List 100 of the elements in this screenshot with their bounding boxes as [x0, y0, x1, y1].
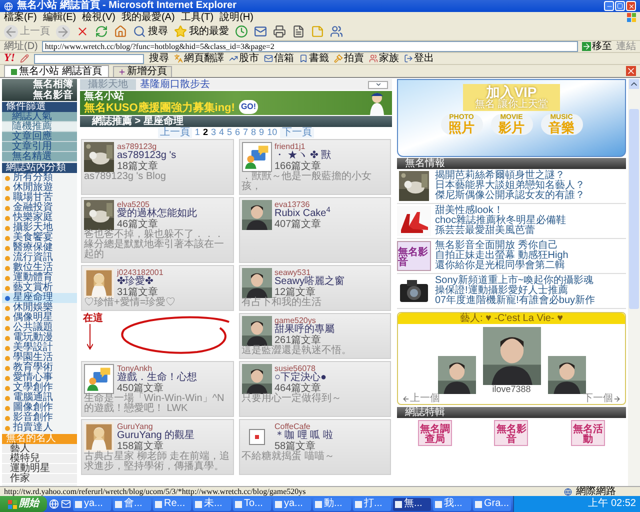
dropdown-button[interactable] — [368, 80, 388, 88]
blog-card[interactable]: susie56078 ○下定決心● 464篇文章 只要用心一定做得到～ — [238, 361, 391, 417]
yahoo-search-button[interactable]: 搜尋 — [149, 54, 169, 64]
print-icon[interactable] — [273, 25, 286, 38]
taskbar-button[interactable]: 會... — [113, 498, 151, 510]
close-tab-icon[interactable] — [626, 66, 636, 76]
filter-link[interactable]: 網誌人氣 — [2, 112, 77, 122]
filter-link[interactable]: 無名精選 — [2, 152, 77, 162]
toolbar-link[interactable]: 書籤 — [299, 54, 329, 64]
feature-link[interactable]: 無名調查局 — [418, 420, 452, 446]
page-link[interactable]: 5 — [226, 128, 232, 137]
history-icon[interactable] — [235, 25, 248, 38]
menu-item[interactable]: 檔案(F) — [4, 12, 37, 22]
category-link[interactable]: 教育學術 — [2, 363, 77, 373]
category-link[interactable]: 文學創作 — [2, 383, 77, 393]
news-link[interactable]: 傑尼斯偶像公開承認女友的有誰？ — [435, 191, 585, 201]
mail-icon[interactable] — [254, 25, 267, 38]
taskbar-button[interactable]: 我... — [433, 498, 471, 510]
start-button[interactable]: 開始 — [0, 496, 47, 512]
go-badge[interactable]: GO! — [238, 100, 258, 114]
quick-launch-icon[interactable] — [49, 499, 59, 509]
filter-link[interactable]: 隨機推薦 — [2, 122, 77, 132]
category-link[interactable]: 愛情心事 — [2, 373, 77, 383]
taskbar-button[interactable]: 動... — [313, 498, 351, 510]
news-link[interactable]: 自拍正妹走出螢幕 動感狂High — [435, 251, 568, 261]
blog-card[interactable]: GuruYang GuruYang 的觀星 158篇文章 古典占星家 柳老師 走在前端，追求進步，堅持學術，傳播真學。 — [81, 419, 234, 475]
page-link[interactable]: 7 — [243, 128, 248, 137]
blog-card[interactable]: j0243182001 ✤珍愛✤ 31篇文章 ♡珍惜+愛情=珍愛♡ — [81, 265, 234, 311]
minimize-button[interactable] — [604, 1, 614, 11]
blog-card[interactable]: eva13736 Rubix Cake$^{4}$ 407篇文章 — [238, 197, 391, 263]
category-link[interactable]: 攝影天地 — [2, 223, 77, 233]
blog-author[interactable]: eva13736 — [274, 200, 310, 209]
blog-author[interactable]: seawy531 — [274, 268, 311, 277]
sidebar-link[interactable]: 無名影音 — [33, 90, 73, 101]
category-link[interactable]: 拍賣達人 — [2, 423, 77, 433]
menu-item[interactable]: 工具(T) — [180, 12, 214, 22]
home-icon[interactable] — [114, 25, 127, 38]
browser-tab[interactable]: 無名小站 網誌首頁 — [4, 65, 109, 77]
blog-author[interactable]: susie56078 — [274, 364, 316, 373]
taskbar-button[interactable]: ya... — [73, 498, 111, 510]
yahoo-search-field[interactable] — [34, 54, 144, 64]
page-link[interactable]: 8 — [251, 128, 256, 137]
taskbar-button[interactable]: To... — [233, 498, 271, 510]
menu-item[interactable]: 說明(H) — [220, 12, 254, 22]
feature-link[interactable]: 無名影音 — [494, 420, 528, 446]
favorites-button[interactable]: 我的最愛 — [174, 24, 229, 39]
new-tab-button[interactable]: 新增分頁 — [112, 66, 172, 77]
blog-author[interactable]: game520ys — [274, 316, 316, 325]
category-link[interactable]: 數位生活 — [2, 263, 77, 273]
quick-launch-icon[interactable] — [61, 499, 71, 509]
news-link[interactable]: 孫芸芸最愛甜美風芭蕾 — [435, 226, 566, 236]
messenger-icon[interactable] — [330, 25, 343, 38]
category-link[interactable]: 金融投資 — [2, 203, 77, 213]
scrollbar[interactable] — [628, 79, 640, 486]
page-link[interactable]: 9 — [259, 128, 264, 137]
previous-button[interactable]: 上一個 — [402, 394, 440, 404]
next-button[interactable]: 下一個 — [583, 394, 621, 404]
blog-author[interactable]: CoffeCafe — [274, 422, 310, 431]
blog-author[interactable]: as789123g — [117, 142, 157, 151]
edit-icon[interactable] — [292, 25, 305, 38]
feature-link[interactable]: 無名活動 — [570, 420, 605, 446]
celebrity-link[interactable]: 運動明星 — [2, 464, 77, 474]
news-link[interactable]: 操保證!運動攝影愛好人士推薦 — [435, 286, 596, 296]
news-link[interactable]: 07年度進階機新寵!有誰會必buy新作 — [435, 296, 596, 306]
category-link[interactable]: 流行資訊 — [2, 253, 77, 263]
page-link[interactable]: 1 — [194, 128, 200, 137]
blog-author[interactable]: friend1j1 — [274, 142, 306, 151]
close-button[interactable] — [626, 1, 636, 11]
category-link[interactable]: 所有分類 — [2, 173, 77, 183]
category-link[interactable]: 公共議題 — [2, 323, 77, 333]
category-link[interactable]: 運動體育 — [2, 273, 77, 283]
category-link[interactable]: 休閒旅遊 — [2, 183, 77, 193]
taskbar-button[interactable]: 打... — [353, 498, 391, 510]
filter-link[interactable]: 文章回應 — [2, 132, 77, 142]
toolbar-link[interactable]: 信箱 — [264, 54, 294, 64]
news-link[interactable]: 無名影音全面開放 秀你自己 — [435, 241, 568, 251]
menu-item[interactable]: 我的最愛(A) — [121, 12, 175, 22]
toolbar-link[interactable]: 拍賣 — [334, 54, 364, 64]
go-button[interactable]: 移至 — [582, 42, 612, 52]
category-link[interactable]: 藝文賞析 — [2, 283, 77, 293]
blog-author[interactable]: j0243182001 — [117, 268, 164, 277]
blog-author[interactable]: elva5205 — [117, 200, 150, 209]
news-link[interactable]: 甜美性感look！ — [435, 206, 566, 216]
scroll-thumb[interactable] — [629, 109, 639, 309]
scroll-up-icon[interactable] — [629, 79, 639, 89]
celebrity-link[interactable]: 作家 — [2, 474, 77, 484]
news-link[interactable]: 揭開芭莉絲希爾頓身世之謎？ — [435, 171, 585, 181]
blog-author[interactable]: GuruYang — [117, 422, 153, 431]
forward-icon[interactable] — [56, 24, 70, 38]
page-link[interactable]: 4 — [218, 128, 224, 137]
search-button[interactable]: 搜尋 — [133, 24, 168, 39]
celebrity-name[interactable]: ilove7388 — [492, 385, 531, 394]
taskbar-button[interactable]: 無... — [393, 498, 431, 510]
menu-item[interactable]: 編輯(E) — [42, 12, 76, 22]
blog-author[interactable]: TonyAnkh — [117, 364, 152, 373]
page-link[interactable]: 6 — [235, 128, 240, 137]
news-link[interactable]: Sony新頻道重上市~喚起你的攝影魂 — [435, 276, 596, 286]
blog-card[interactable]: TonyAnkh 遊戲．生命！心想 450篇文章 生命是一場「Win-Win-Win」^N的遊戲！戀愛吧！ LWK — [81, 361, 234, 417]
category-link[interactable]: 職場甘苦 — [2, 193, 77, 203]
promo-banner[interactable]: 無名小站 無名KUSO應援團強力募集ing! GO! — [80, 91, 392, 115]
